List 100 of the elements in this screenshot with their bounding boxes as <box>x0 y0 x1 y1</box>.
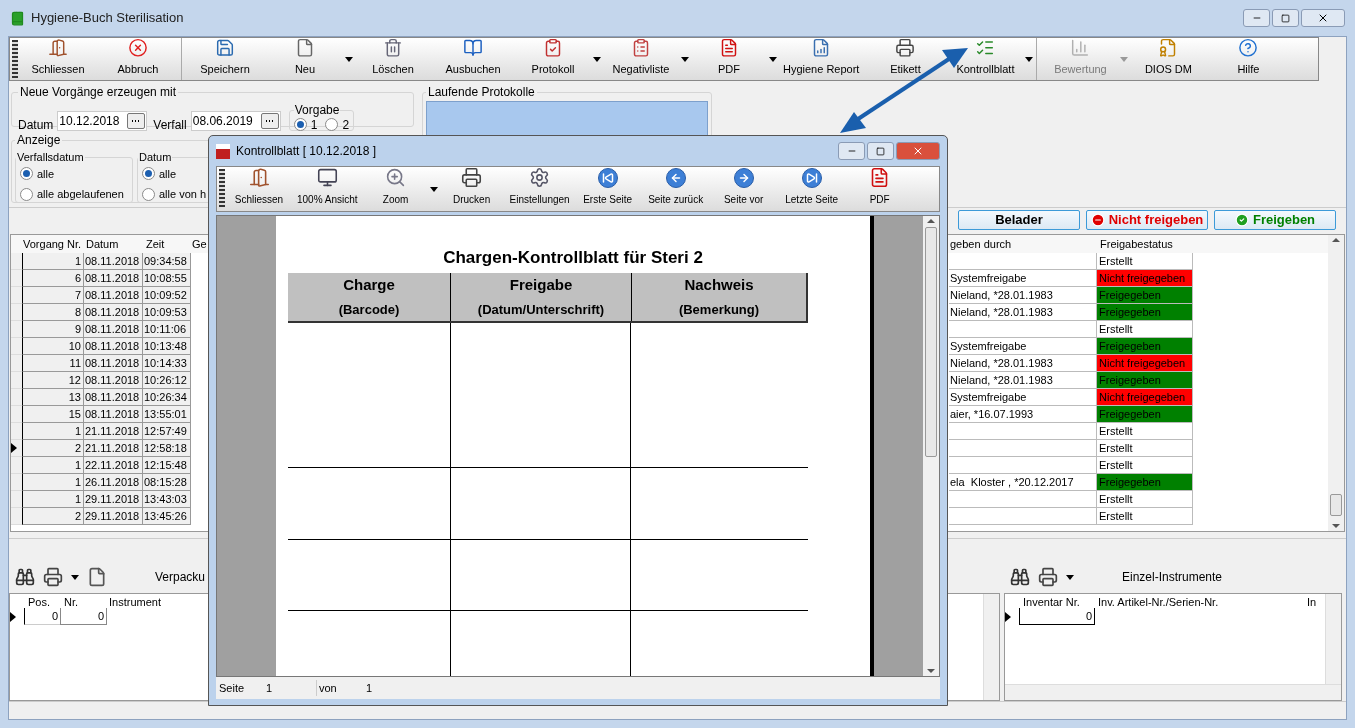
table-cell: Systemfreigabe <box>949 270 1097 287</box>
action-button[interactable]: Nicht freigeben <box>1086 210 1208 230</box>
caret-icon[interactable] <box>345 56 353 62</box>
caret-icon[interactable] <box>1066 574 1074 580</box>
table-cell: 1 <box>22 457 84 474</box>
action-button[interactable]: Belader <box>958 210 1080 230</box>
column-header[interactable]: In <box>1305 597 1325 608</box>
radio-button[interactable] <box>293 118 307 131</box>
date-picker-button[interactable] <box>260 113 279 129</box>
toolbar-button[interactable]: PDF <box>689 38 777 80</box>
caret-icon[interactable] <box>71 574 79 580</box>
scrollbar[interactable] <box>923 216 939 676</box>
table-cell: 10:13:48 <box>143 338 191 355</box>
panel-title: Verpacku <box>155 569 206 586</box>
caret-icon[interactable] <box>429 186 438 192</box>
toolbar-button[interactable]: Schliessen <box>225 167 293 211</box>
table-cell: 10:11:06 <box>143 321 191 338</box>
binoculars-icon[interactable] <box>15 567 35 587</box>
scrollbar[interactable] <box>983 594 999 700</box>
toolbar-button[interactable]: Ausbuchen <box>433 38 513 80</box>
table-cell: 21.11.2018 <box>84 423 143 440</box>
date-picker-button[interactable] <box>127 113 146 129</box>
toolbar-button[interactable]: Etikett <box>865 38 946 80</box>
table-cell: 13 <box>22 389 84 406</box>
column-header[interactable]: Inv. Artikel-Nr./Serien-Nr. <box>1095 597 1305 608</box>
maximize-button[interactable] <box>1272 9 1299 27</box>
toolbar-button[interactable]: Zoom <box>361 167 438 211</box>
radio-button[interactable] <box>20 167 33 181</box>
radio-button[interactable] <box>142 187 155 201</box>
printer-icon[interactable] <box>1038 567 1058 587</box>
toolbar-button[interactable]: Negativliste <box>601 38 689 80</box>
status-cell: Freigegeben <box>1097 474 1193 491</box>
scrollbar[interactable] <box>1005 684 1341 700</box>
minimize-button[interactable] <box>1243 9 1270 27</box>
toolbar-grip[interactable] <box>219 169 225 209</box>
radio-button[interactable] <box>142 167 155 181</box>
close-button[interactable] <box>896 142 940 160</box>
table-cell: 08.11.2018 <box>84 338 143 355</box>
group-label: Neue Vorgänge erzeugen mit <box>19 84 178 101</box>
toolbar-button[interactable]: Abbruch <box>98 38 178 80</box>
column-header[interactable]: Inventar Nr. <box>1019 597 1095 608</box>
toolbar-button[interactable]: Seite vor <box>709 167 778 211</box>
toolbar-button[interactable]: Protokoll <box>513 38 601 80</box>
caret-icon[interactable] <box>1025 56 1034 62</box>
table-cell: 10:26:34 <box>143 389 191 406</box>
toolbar-button[interactable]: Hygiene Report <box>777 38 866 80</box>
table-cell: 12:57:49 <box>143 423 191 440</box>
binoculars-icon[interactable] <box>1010 567 1030 587</box>
column-header[interactable]: Datum <box>84 235 143 252</box>
radio-button[interactable] <box>325 118 339 131</box>
toolbar-button[interactable]: Einstellungen <box>505 167 574 211</box>
toolbar-button[interactable]: 100% Ansicht <box>293 167 362 211</box>
table-cell: 15 <box>22 406 84 423</box>
toolbar-button[interactable]: DIOS DM <box>1128 38 1209 80</box>
toolbar-button[interactable]: Letzte Seite <box>777 167 846 211</box>
column-header[interactable]: Pos. <box>24 597 60 608</box>
toolbar-button[interactable]: Speichern <box>181 38 265 80</box>
date-field[interactable]: 08.06.2019 <box>190 111 281 131</box>
toolbar-button[interactable]: Drucken <box>437 167 506 211</box>
column-header[interactable]: Vorgang Nr. <box>22 235 84 252</box>
toolbar-button[interactable]: Hilfe <box>1208 38 1289 80</box>
column-header[interactable]: Freigabestatus <box>1097 235 1193 252</box>
table-cell: 13:55:01 <box>143 406 191 423</box>
toolbar-button[interactable]: Löschen <box>353 38 433 80</box>
toolbar-button[interactable]: Seite zurück <box>641 167 710 211</box>
toolbar-button[interactable]: PDF <box>845 167 914 211</box>
column-header[interactable]: Nr. <box>60 597 107 608</box>
scrollbar[interactable] <box>1325 594 1341 684</box>
caret-icon[interactable] <box>769 56 777 62</box>
document-icon[interactable] <box>87 567 107 587</box>
date-field[interactable]: 10.12.2018 <box>57 111 148 131</box>
table-cell: 10:08:55 <box>143 270 191 287</box>
toolbar-button[interactable]: Neu <box>265 38 353 80</box>
table-cell: 13:45:26 <box>143 508 191 525</box>
radio-button[interactable] <box>20 187 33 201</box>
group-label: Datum <box>138 150 173 165</box>
toolbar-button[interactable]: Schliessen <box>18 38 98 80</box>
book-icon <box>10 10 25 26</box>
status-value: 1 <box>266 680 274 696</box>
door-icon <box>47 38 69 58</box>
minimize-button[interactable] <box>838 142 865 160</box>
caret-icon[interactable] <box>681 56 689 62</box>
radio-label: alle von h <box>159 187 207 202</box>
table-cell: 29.11.2018 <box>84 491 143 508</box>
maximize-button[interactable] <box>867 142 894 160</box>
toolbar-button[interactable]: Erste Seite <box>573 167 642 211</box>
close-button[interactable] <box>1301 9 1345 27</box>
save-icon <box>214 38 236 58</box>
printer-icon[interactable] <box>43 567 63 587</box>
table-cell: 0 <box>60 608 107 625</box>
action-button[interactable]: Freigeben <box>1214 210 1336 230</box>
trash-icon <box>382 38 404 58</box>
caret-icon[interactable] <box>593 56 601 62</box>
scrollbar[interactable] <box>1328 235 1344 531</box>
check-icon <box>1234 213 1249 227</box>
column-header[interactable]: geben durch <box>949 235 1097 252</box>
table-cell: Nieland, *28.01.1983 <box>949 304 1097 321</box>
toolbar-grip[interactable] <box>12 40 18 78</box>
column-header[interactable]: Instrument <box>107 597 207 608</box>
column-header[interactable]: Zeit <box>143 235 191 252</box>
